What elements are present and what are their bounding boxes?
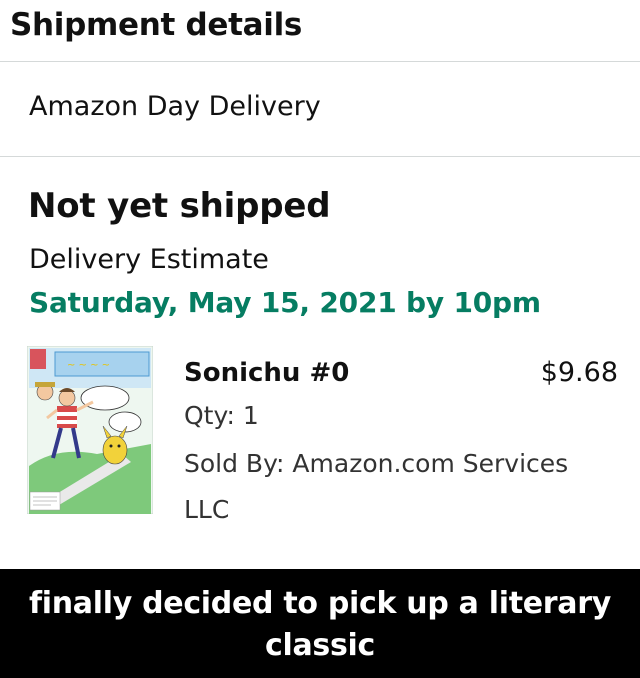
delivery-estimate-date: Saturday, May 15, 2021 by 10pm xyxy=(29,286,541,319)
item-price: $9.68 xyxy=(540,357,618,388)
item-seller: Sold By: Amazon.com Services LLC xyxy=(184,449,569,524)
svg-text:~ ~ ~ ~: ~ ~ ~ ~ xyxy=(67,360,110,371)
shipment-status: Not yet shipped xyxy=(28,186,331,226)
delivery-type-label: Amazon Day Delivery xyxy=(29,91,321,122)
meme-caption: finally decided to pick up a literary cl… xyxy=(29,586,611,663)
item-title[interactable]: Sonichu #0 xyxy=(184,353,349,393)
comic-book-cover-icon[interactable]: ~ ~ ~ ~ xyxy=(27,346,153,514)
meme-caption-bar: finally decided to pick up a literary cl… xyxy=(0,569,640,678)
delivery-type-card[interactable]: Amazon Day Delivery xyxy=(0,61,640,157)
shipment-details-heading: Shipment details xyxy=(10,7,303,43)
item-quantity: Qty: 1 xyxy=(184,401,259,430)
delivery-estimate-label: Delivery Estimate xyxy=(29,244,269,275)
